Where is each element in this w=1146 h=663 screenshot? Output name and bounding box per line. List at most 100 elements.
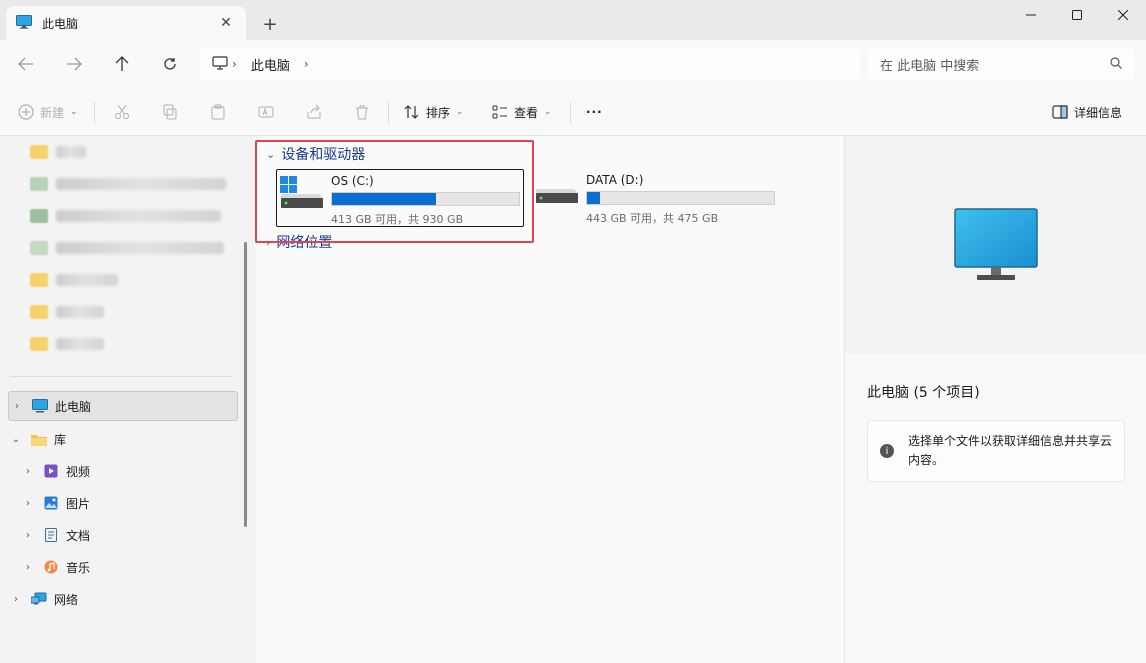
tab-this-pc[interactable]: 此电脑 ✕ bbox=[6, 6, 246, 40]
back-button[interactable] bbox=[12, 52, 40, 76]
drive-size-text: 443 GB 可用，共 475 GB bbox=[586, 212, 719, 225]
drive-name: DATA (D:) bbox=[586, 173, 644, 187]
monitor-outline-icon bbox=[212, 55, 228, 73]
chevron-right-icon[interactable]: › bbox=[20, 562, 36, 573]
clipboard-icon bbox=[211, 104, 225, 120]
document-icon bbox=[42, 527, 60, 543]
close-tab-icon[interactable]: ✕ bbox=[216, 13, 236, 33]
folder-icon bbox=[30, 337, 48, 351]
drive-usage-bar bbox=[331, 192, 520, 206]
breadcrumb-this-pc[interactable]: 此电脑 bbox=[251, 55, 290, 74]
arrow-left-icon bbox=[18, 57, 33, 71]
tab-title: 此电脑 bbox=[42, 16, 79, 31]
trash-icon bbox=[356, 105, 368, 120]
share-button[interactable] bbox=[306, 100, 322, 124]
nav-item-network[interactable]: › 网络 bbox=[8, 584, 238, 614]
nav-item-documents[interactable]: › 文档 bbox=[20, 520, 238, 550]
toolbar-divider bbox=[570, 102, 571, 124]
search-icon bbox=[1110, 56, 1122, 72]
monitor-icon bbox=[31, 398, 49, 414]
music-icon bbox=[42, 559, 60, 575]
nav-item-pictures[interactable]: › 图片 bbox=[20, 488, 238, 518]
share-icon bbox=[307, 104, 321, 119]
view-list-icon bbox=[492, 105, 507, 119]
address-bar[interactable]: › 此电脑 › bbox=[200, 48, 860, 80]
more-options-button[interactable]: ··· bbox=[586, 100, 603, 124]
view-button[interactable]: 查看 ⌄ bbox=[492, 100, 552, 124]
drive-d[interactable]: DATA (D:) 443 GB 可用，共 475 GB bbox=[532, 169, 780, 227]
cut-button[interactable] bbox=[114, 100, 130, 124]
up-button[interactable] bbox=[108, 52, 136, 76]
new-button[interactable]: 新建 ⌄ bbox=[18, 100, 78, 124]
refresh-button[interactable] bbox=[156, 52, 184, 76]
chevron-down-icon: ⌄ bbox=[456, 107, 464, 117]
arrow-right-icon bbox=[67, 57, 82, 71]
drive-name: OS (C:) bbox=[331, 174, 374, 188]
info-icon: i bbox=[880, 444, 894, 458]
folder-icon bbox=[30, 145, 48, 159]
scissors-icon bbox=[115, 104, 129, 119]
search-placeholder: 在 此电脑 中搜索 bbox=[880, 58, 980, 74]
chevron-right-icon[interactable]: › bbox=[304, 57, 309, 71]
chevron-down-icon: ⌄ bbox=[70, 107, 78, 117]
chevron-down-icon[interactable]: ⌄ bbox=[8, 434, 24, 445]
copy-button[interactable] bbox=[162, 100, 178, 124]
quick-access-item[interactable]: 📌 bbox=[30, 302, 268, 322]
forward-button[interactable] bbox=[60, 52, 88, 76]
nav-item-this-pc[interactable]: › 此电脑 bbox=[8, 391, 238, 421]
folder-icon bbox=[30, 273, 48, 287]
quick-access-item[interactable]: 📌 bbox=[30, 206, 268, 226]
chevron-right-icon[interactable]: › bbox=[8, 594, 24, 605]
quick-access-item[interactable]: 📌 bbox=[30, 270, 268, 290]
details-pane-button[interactable]: 详细信息 bbox=[1052, 100, 1122, 124]
folder-icon bbox=[30, 305, 48, 319]
maximize-button[interactable] bbox=[1054, 0, 1100, 30]
refresh-icon bbox=[164, 58, 176, 70]
nav-scrollbar[interactable] bbox=[244, 242, 247, 527]
paste-button[interactable] bbox=[210, 100, 226, 124]
details-title: 此电脑 (5 个项目) bbox=[867, 385, 980, 401]
rename-button[interactable] bbox=[258, 100, 274, 124]
navigation-pane: 📌 📌 📌 📌 📌 📌 📌 › 此电脑 ⌄ bbox=[0, 136, 268, 663]
info-card: i 选择单个文件以获取详细信息并共享云内容。 bbox=[867, 420, 1125, 482]
drive-usage-bar bbox=[586, 191, 775, 205]
content-pane: ⌄ 设备和驱动器 OS (C:) 413 GB 可用，共 930 GB DATA… bbox=[256, 136, 844, 663]
nav-item-music[interactable]: › 音乐 bbox=[20, 552, 238, 582]
close-window-button[interactable] bbox=[1100, 0, 1146, 30]
sort-icon bbox=[404, 105, 419, 119]
preview-area bbox=[845, 136, 1146, 354]
group-network-locations[interactable]: › 网络位置 bbox=[266, 232, 332, 252]
drive-c[interactable]: OS (C:) 413 GB 可用，共 930 GB bbox=[276, 169, 524, 227]
new-tab-button[interactable]: + bbox=[258, 12, 282, 36]
address-row: › 此电脑 › 在 此电脑 中搜索 bbox=[0, 40, 1146, 88]
nav-item-library[interactable]: ⌄ 库 bbox=[8, 424, 238, 454]
folder-icon bbox=[30, 431, 48, 447]
chevron-right-icon[interactable]: › bbox=[266, 236, 270, 249]
search-input[interactable]: 在 此电脑 中搜索 bbox=[868, 48, 1134, 80]
sort-button[interactable]: 排序 ⌄ bbox=[404, 100, 464, 124]
chevron-right-icon[interactable]: › bbox=[20, 498, 36, 509]
quick-access-item[interactable]: 📌 bbox=[30, 238, 268, 258]
toolbar-divider bbox=[388, 102, 389, 124]
nav-item-video[interactable]: › 视频 bbox=[20, 456, 238, 486]
chevron-right-icon[interactable]: › bbox=[9, 401, 25, 412]
chevron-down-icon[interactable]: ⌄ bbox=[266, 148, 275, 161]
quick-access-item[interactable]: 📌 bbox=[30, 174, 268, 194]
network-icon bbox=[30, 591, 48, 607]
minimize-button[interactable] bbox=[1008, 0, 1054, 30]
plus-circle-icon bbox=[18, 104, 34, 120]
image-icon bbox=[42, 495, 60, 511]
chevron-right-icon[interactable]: › bbox=[20, 530, 36, 541]
title-bar: 此电脑 ✕ + bbox=[0, 0, 1146, 40]
quick-access-item[interactable]: 📌 bbox=[30, 334, 268, 354]
folder-icon bbox=[30, 209, 48, 223]
quick-access-item[interactable]: 📌 bbox=[30, 142, 268, 162]
monitor-icon bbox=[16, 14, 32, 32]
group-devices-and-drives[interactable]: ⌄ 设备和驱动器 bbox=[266, 144, 365, 164]
chevron-right-icon[interactable]: › bbox=[20, 466, 36, 477]
delete-button[interactable] bbox=[354, 100, 370, 124]
large-monitor-icon bbox=[954, 208, 1038, 280]
chevron-right-icon[interactable]: › bbox=[232, 57, 237, 71]
toolbar-divider bbox=[94, 102, 95, 124]
command-bar: 新建 ⌄ 排序 ⌄ 查看 ⌄ ··· 详细信息 bbox=[0, 88, 1146, 136]
